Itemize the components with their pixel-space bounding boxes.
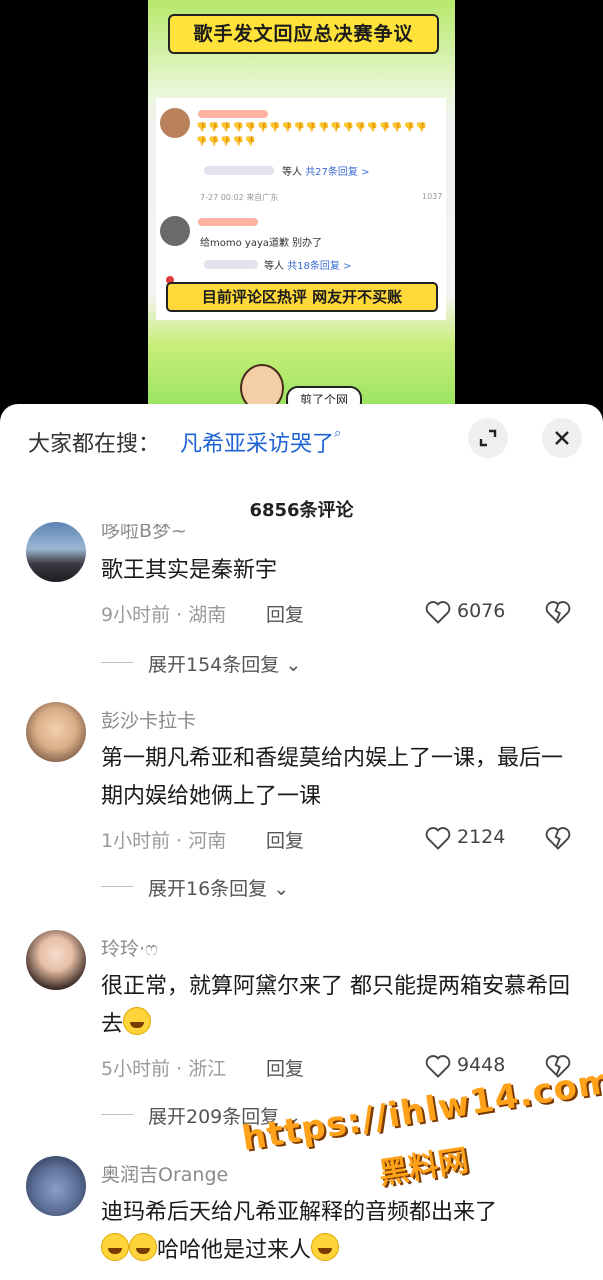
heart-icon — [425, 601, 451, 624]
like-count: 9448 — [457, 1054, 506, 1076]
avatar[interactable] — [26, 522, 86, 582]
comment-text: 迪玛希后天给凡希亚解释的音频都出来了 哈哈他是过来人 — [101, 1200, 498, 1263]
comment-item: 彭沙卡拉卡 第一期凡希亚和香缇莫给内娱上了一课，最后一期内娱给她俩上了一课 1小… — [0, 702, 603, 902]
video-reply-others-2: 等人 共18条回复 > — [264, 261, 352, 272]
laughing-emoji-icon — [123, 1007, 152, 1035]
search-icon: ⌕ — [334, 426, 342, 441]
video-title-banner: 歌手发文回应总决赛争议 — [168, 14, 439, 54]
video-frame: 歌手发文回应总决赛争议 👎👎👎👎👎👎👎👎👎👎👎👎👎👎👎👎👎👎👎👎👎👎👎👎 等人 … — [148, 0, 455, 420]
avatar[interactable] — [26, 930, 86, 990]
search-suggestion-bar: 大家都在搜： 凡希亚采访哭了⌕ — [0, 404, 603, 474]
comment-text: 第一期凡希亚和香缇莫给内娱上了一课，最后一期内娱给她俩上了一课 — [101, 746, 564, 809]
comment-meta: 5小时前 · 浙江 — [101, 1058, 227, 1080]
comment-text: 歌王其实是秦新宇 — [101, 558, 278, 583]
video-blurred-name — [198, 110, 268, 118]
video-bottom-banner: 目前评论区热评 网友开不买账 — [166, 282, 438, 312]
comment-item: 奥润吉Orange 迪玛希后天给凡希亚解释的音频都出来了 哈哈他是过来人 — [0, 1156, 603, 1280]
like-count: 6076 — [457, 600, 506, 622]
comment-author[interactable]: 奥润吉Orange — [101, 1160, 228, 1187]
close-button[interactable] — [542, 418, 582, 458]
expand-replies-button[interactable]: 展开16条回复 ⌄ — [101, 874, 361, 902]
like-button[interactable]: 6076 — [424, 598, 514, 628]
comment-text: 很正常，就算阿黛尔来了 都只能提两箱安慕希回去 — [101, 974, 570, 1037]
broken-heart-icon — [545, 827, 571, 850]
video-blurred-name-2 — [198, 218, 258, 226]
crying-laughing-emoji-icon — [101, 1233, 129, 1261]
heart-icon — [425, 827, 451, 850]
reply-button[interactable]: 回复 — [266, 600, 304, 627]
comment-item: 哆啦B梦~ 歌王其实是秦新宇 9小时前 · 湖南 回复 6076 展开154条回… — [0, 516, 603, 676]
video-comment-2-text: 给momo yaya道歉 别办了 — [200, 238, 323, 249]
video-comment-likes: 1037 — [422, 192, 443, 201]
expand-fullscreen-button[interactable] — [468, 418, 508, 458]
comment-author[interactable]: 玲玲·ෆ — [101, 934, 158, 961]
heart-icon — [425, 1055, 451, 1078]
broken-heart-icon — [545, 601, 571, 624]
divider-line — [101, 1114, 133, 1115]
close-icon — [555, 431, 569, 445]
divider-line — [101, 662, 133, 663]
expand-icon — [479, 429, 497, 447]
divider-line — [101, 886, 133, 887]
video-avatar-1 — [160, 108, 190, 138]
dislike-button[interactable] — [544, 824, 572, 852]
search-suggestion-label: 大家都在搜： — [28, 432, 161, 457]
video-blurred-reply — [204, 166, 274, 175]
video-player[interactable]: 歌手发文回应总决赛争议 👎👎👎👎👎👎👎👎👎👎👎👎👎👎👎👎👎👎👎👎👎👎👎👎 等人 … — [0, 0, 603, 420]
expand-replies-button[interactable]: 展开154条回复 ⌄ — [101, 650, 361, 678]
comment-author[interactable]: 彭沙卡拉卡 — [101, 706, 196, 733]
reply-button[interactable]: 回复 — [266, 826, 304, 853]
comment-meta: 9小时前 · 湖南 — [101, 604, 227, 626]
video-reply-others: 等人 共27条回复 > — [282, 167, 370, 178]
video-comment-time: 7-27 00:02 来自广东 — [200, 193, 279, 202]
video-blurred-reply-2 — [204, 260, 258, 269]
chevron-down-icon: ⌄ — [285, 654, 302, 676]
reply-button[interactable]: 回复 — [266, 1054, 304, 1081]
crying-laughing-emoji-icon — [129, 1233, 157, 1261]
dislike-button[interactable] — [544, 598, 572, 626]
avatar[interactable] — [26, 702, 86, 762]
like-button[interactable]: 2124 — [424, 824, 514, 854]
search-suggestion-link[interactable]: 凡希亚采访哭了⌕ — [180, 426, 341, 458]
video-avatar-2 — [160, 216, 190, 246]
comment-meta: 1小时前 · 河南 — [101, 830, 227, 852]
comment-author[interactable]: 哆啦B梦~ — [101, 524, 187, 543]
laughing-emoji-icon — [311, 1233, 340, 1261]
avatar[interactable] — [26, 1156, 86, 1216]
like-count: 2124 — [457, 826, 506, 848]
chevron-down-icon: ⌄ — [273, 878, 290, 900]
thumbs-down-emoji-row: 👎👎👎👎👎👎👎👎👎👎👎👎👎👎👎👎👎👎👎👎👎👎👎👎 — [196, 123, 428, 147]
